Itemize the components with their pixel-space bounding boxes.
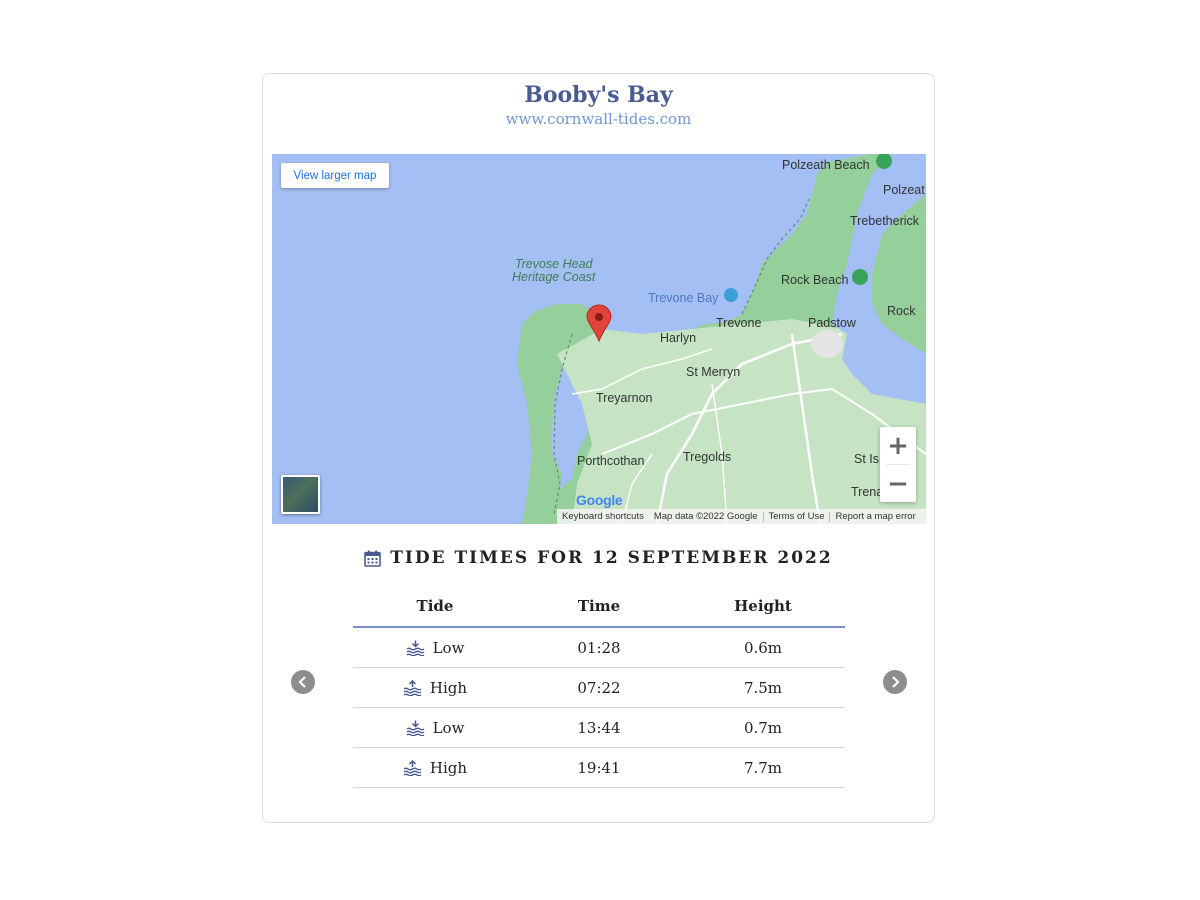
map-data-attribution: Map data ©2022 Google — [653, 511, 758, 522]
label-treyarnon: Treyarnon — [596, 391, 653, 405]
label-polzeat: Polzeat — [883, 183, 925, 197]
label-rock-beach: Rock Beach — [781, 273, 849, 287]
label-trena: Trena — [851, 485, 884, 499]
label-tregolds: Tregolds — [683, 450, 732, 464]
tide-height: 7.5m — [743, 678, 783, 697]
label-rock: Rock — [887, 304, 916, 318]
tide-widget-card: Booby's Bay www.cornwall-tides.com Polze… — [262, 73, 935, 823]
tide-type: Low — [432, 638, 465, 657]
label-trevone: Trevone — [716, 316, 762, 330]
tide-cell: Low — [353, 639, 517, 657]
tide-cell: High — [353, 679, 517, 697]
label-trevose-head-line2: Heritage Coast — [512, 270, 596, 284]
column-header-tide: Tide — [416, 597, 454, 615]
map-footer: Keyboard shortcuts Map data ©2022 Google… — [557, 509, 926, 524]
label-st-is: St Is — [854, 452, 880, 466]
terms-of-use-link[interactable]: Terms of Use — [764, 511, 830, 522]
high-tide-icon — [403, 679, 422, 696]
tide-height: 0.6m — [743, 638, 783, 657]
tide-height: 0.7m — [743, 718, 783, 737]
column-header-height: Height — [734, 597, 792, 615]
view-larger-map-button[interactable]: View larger map — [281, 163, 389, 188]
tide-cell: High — [353, 759, 517, 777]
site-link[interactable]: www.cornwall-tides.com — [263, 110, 934, 128]
tide-cell: Low — [353, 719, 517, 737]
high-tide-icon — [403, 759, 422, 776]
table-row: High 19:41 7.7m — [353, 748, 845, 788]
tide-time: 19:41 — [577, 758, 621, 777]
chevron-left-icon — [298, 676, 306, 688]
table-row: High 07:22 7.5m — [353, 668, 845, 708]
tide-type: Low — [432, 718, 465, 737]
table-row: Low 01:28 0.6m — [353, 628, 845, 668]
chevron-right-icon — [892, 676, 900, 688]
tide-table: Tide Time Height Low 01:28 0.6m High 07:… — [353, 586, 845, 788]
label-padstow: Padstow — [808, 316, 856, 330]
tide-type: High — [429, 758, 468, 777]
tide-time: 01:28 — [577, 638, 621, 657]
tide-time: 07:22 — [577, 678, 621, 697]
zoom-control: + − — [880, 427, 916, 502]
tide-table-header: Tide Time Height — [353, 586, 845, 628]
tide-type: High — [429, 678, 468, 697]
zoom-in-button[interactable]: + — [880, 427, 916, 464]
next-day-button[interactable] — [883, 670, 907, 694]
tide-height: 7.7m — [743, 758, 783, 777]
table-row: Low 13:44 0.7m — [353, 708, 845, 748]
tide-time: 13:44 — [577, 718, 621, 737]
google-logo-text: Google — [576, 492, 623, 508]
low-tide-icon — [406, 720, 424, 736]
label-trebetherick: Trebetherick — [850, 214, 920, 228]
map-embed[interactable]: Polzeath Beach Polzeat Trebetherick Trev… — [272, 154, 926, 524]
calendar-icon — [364, 550, 382, 567]
map-terrain — [517, 154, 926, 524]
label-porthcothan: Porthcothan — [577, 454, 645, 468]
previous-day-button[interactable] — [291, 670, 315, 694]
location-title[interactable]: Booby's Bay — [263, 82, 934, 108]
column-header-time: Time — [577, 597, 621, 615]
label-trevone-bay: Trevone Bay — [648, 291, 719, 305]
label-trevose-head: Trevose Head Heritage Coast — [512, 258, 595, 284]
label-polzeath-beach: Polzeath Beach — [782, 158, 870, 172]
label-harlyn: Harlyn — [660, 331, 697, 345]
report-map-error-link[interactable]: Report a map error — [830, 511, 920, 522]
tide-times-heading: TIDE TIMES FOR 12 SEPTEMBER 2022 — [263, 548, 934, 568]
low-tide-icon — [406, 640, 424, 656]
tide-times-title: TIDE TIMES FOR 12 SEPTEMBER 2022 — [390, 548, 833, 568]
satellite-toggle-button[interactable] — [281, 475, 320, 514]
zoom-out-button[interactable]: − — [880, 465, 916, 502]
keyboard-shortcuts-link[interactable]: Keyboard shortcuts — [557, 511, 649, 522]
label-st-merryn: St Merryn — [686, 365, 741, 379]
google-logo: Google — [576, 492, 623, 508]
